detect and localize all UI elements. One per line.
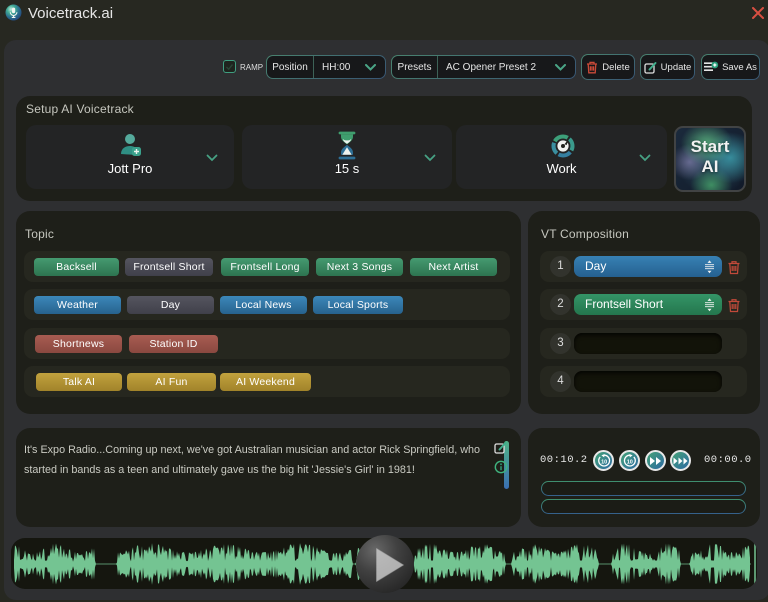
svg-text:10: 10 xyxy=(601,459,607,465)
svg-text:10: 10 xyxy=(626,459,632,465)
